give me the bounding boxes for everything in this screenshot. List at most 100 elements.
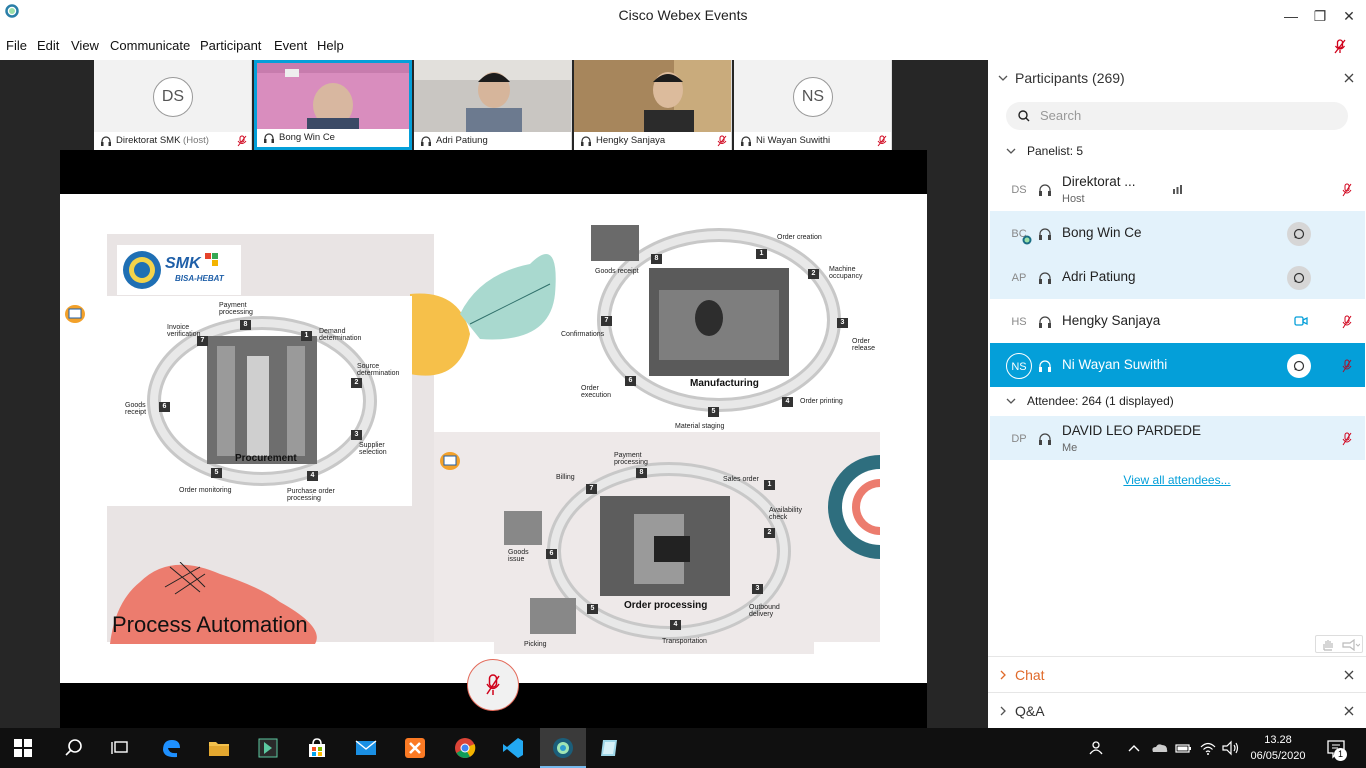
participant-name: Bong Win Ce — [1062, 225, 1142, 240]
volume-icon[interactable] — [1221, 736, 1241, 760]
close-window-button[interactable]: ✕ — [1335, 5, 1363, 27]
feedback-icon[interactable] — [1342, 639, 1360, 651]
muted-mic-icon[interactable] — [1342, 315, 1352, 329]
muted-mic-icon — [877, 135, 887, 147]
step-label: Order monitoring — [179, 487, 232, 494]
video-thumb-ni-wayan[interactable]: NS Ni Wayan Suwithi — [734, 60, 892, 150]
procurement-diagram: Procurement 1 Demand determination 2 Sou… — [107, 296, 412, 506]
mute-toggle-button[interactable] — [467, 659, 519, 711]
mail-icon[interactable] — [354, 736, 378, 760]
step-label: Supplier selection — [359, 442, 387, 456]
step-label: Confirmations — [561, 331, 605, 338]
video-thumb-direktorat[interactable]: DS Direktorat SMK (Host) — [94, 60, 252, 150]
muted-mic-icon[interactable] — [1342, 359, 1352, 373]
step-number: 8 — [240, 320, 251, 330]
headset-icon — [101, 136, 111, 146]
step-number: 3 — [752, 584, 763, 594]
menu-help[interactable]: Help — [317, 38, 344, 53]
audio-level-icon — [1173, 185, 1182, 194]
qa-section[interactable]: Q&A — [988, 692, 1366, 728]
people-icon[interactable] — [1088, 736, 1106, 760]
chevron-up-icon[interactable] — [1126, 736, 1142, 760]
muted-mic-icon[interactable] — [1342, 432, 1352, 446]
step-number: 6 — [159, 402, 170, 412]
chat-button[interactable] — [1287, 222, 1311, 246]
chat-button[interactable] — [1287, 354, 1311, 378]
close-icon[interactable] — [1344, 73, 1354, 83]
video-thumb-bong[interactable]: Bong Win Ce — [254, 60, 412, 150]
thumb-name-label: Direktorat SMK (Host) — [94, 132, 251, 150]
app-icon[interactable] — [256, 736, 280, 760]
attendee-row-david[interactable]: DP DAVID LEO PARDEDE Me — [990, 416, 1365, 460]
avatar: DS — [1011, 184, 1027, 196]
chevron-right-icon — [1000, 706, 1006, 716]
close-icon[interactable] — [1344, 706, 1354, 716]
chevron-down-icon[interactable] — [1006, 397, 1016, 405]
chevron-down-icon[interactable] — [998, 74, 1008, 82]
participant-row-direktorat[interactable]: DS Direktorat ... Host — [990, 167, 1365, 211]
headset-icon — [1039, 228, 1051, 240]
store-icon[interactable] — [305, 736, 329, 760]
raise-hand-icon[interactable] — [1322, 639, 1333, 651]
step-label: Purchase order processing — [287, 488, 335, 502]
participant-row-ni-wayan[interactable]: NS Ni Wayan Suwithi — [990, 343, 1365, 387]
step-label: Invoice verification — [167, 324, 201, 338]
minimize-button[interactable]: — — [1277, 5, 1305, 27]
participant-row-adri[interactable]: AP Adri Patiung — [990, 255, 1365, 299]
participant-name: Ni Wayan Suwithi — [1062, 357, 1168, 372]
search-icon[interactable] — [62, 736, 86, 760]
participant-name: Direktorat ... — [1062, 174, 1136, 189]
onedrive-icon[interactable] — [1150, 736, 1170, 760]
webex-taskbar-button[interactable] — [540, 728, 586, 768]
step-label: Order execution — [581, 385, 611, 399]
step-label: Material staging — [675, 423, 725, 430]
chat-button[interactable] — [1287, 266, 1311, 290]
menu-file[interactable]: File — [6, 38, 27, 53]
participant-row-hengky[interactable]: HS Hengky Sanjaya — [990, 299, 1365, 343]
battery-icon[interactable] — [1174, 736, 1192, 760]
step-number: 6 — [625, 376, 636, 386]
task-view-icon[interactable] — [108, 736, 132, 760]
step-number: 5 — [587, 604, 598, 614]
chat-section[interactable]: Chat — [988, 656, 1366, 692]
chevron-right-icon — [1000, 670, 1006, 680]
video-thumb-hengky[interactable]: Hengky Sanjaya — [574, 60, 732, 150]
manufacturing-diagram: Manufacturing 1 Order creation 2 Machine… — [559, 220, 881, 432]
menu-participant[interactable]: Participant — [200, 38, 261, 53]
diagram-title: Order processing — [624, 600, 708, 611]
video-thumb-adri[interactable]: Adri Patiung — [414, 60, 572, 150]
file-explorer-icon[interactable] — [207, 736, 231, 760]
chevron-down-icon[interactable] — [1006, 147, 1016, 155]
vscode-icon[interactable] — [501, 736, 525, 760]
windows-start-icon[interactable] — [14, 739, 32, 757]
participant-row-bong[interactable]: BC Bong Win Ce — [990, 211, 1365, 255]
restore-button[interactable]: ❐ — [1306, 5, 1334, 27]
chrome-icon[interactable] — [453, 736, 477, 760]
step-number: 8 — [651, 254, 662, 264]
menu-communicate[interactable]: Communicate — [110, 38, 190, 53]
menu-edit[interactable]: Edit — [37, 38, 59, 53]
headset-icon — [1039, 433, 1051, 445]
step-label: Goods receipt — [125, 402, 147, 416]
muted-mic-icon[interactable] — [1334, 39, 1346, 54]
attendee-header: Attendee: 264 (1 displayed) — [1027, 394, 1174, 408]
view-all-attendees-link[interactable]: View all attendees... — [988, 473, 1366, 487]
step-number: 4 — [670, 620, 681, 630]
wifi-icon[interactable] — [1199, 736, 1217, 760]
cycle-arrows-graphic — [504, 462, 791, 640]
app-icon[interactable] — [598, 736, 622, 760]
search-input[interactable]: Search — [1006, 102, 1348, 130]
muted-mic-icon[interactable] — [1342, 183, 1352, 197]
step-label: Source determination — [357, 363, 400, 377]
clock[interactable]: 13.28 06/05/2020 — [1246, 732, 1310, 764]
close-icon[interactable] — [1344, 670, 1354, 680]
edge-browser-icon[interactable] — [159, 736, 183, 760]
menu-view[interactable]: View — [71, 38, 99, 53]
muted-mic-icon — [717, 135, 727, 147]
menu-event[interactable]: Event — [274, 38, 307, 53]
xampp-icon[interactable] — [403, 736, 427, 760]
search-icon — [1018, 110, 1030, 122]
step-label: Order creation — [777, 234, 822, 241]
video-camera-icon[interactable] — [1294, 316, 1308, 326]
muted-mic-icon — [237, 135, 247, 147]
